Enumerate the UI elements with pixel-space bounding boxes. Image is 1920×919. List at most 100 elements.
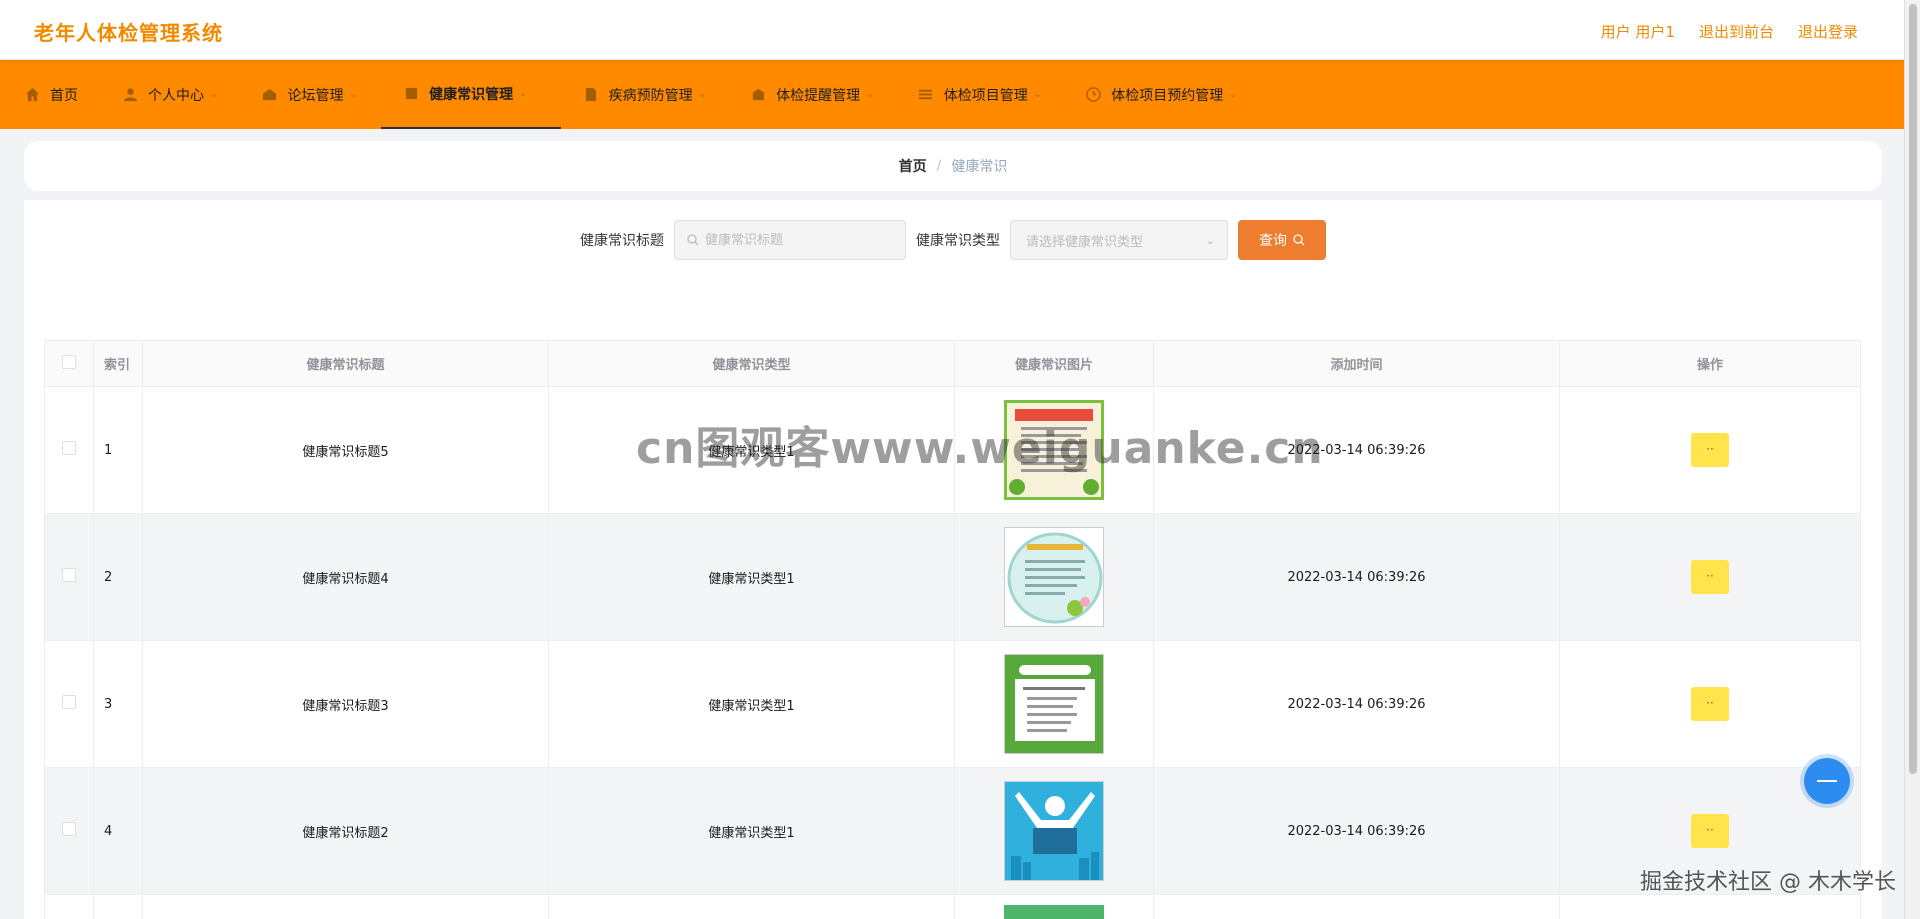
search-form: 健康常识标题 健康常识类型 请选择健康常识类型 ⌄ 查询 [24, 220, 1882, 260]
scrollbar-thumb[interactable] [1909, 4, 1917, 774]
chevron-down-icon: ⌄ [1205, 233, 1215, 247]
row-index [93, 894, 143, 919]
health-poster-image[interactable] [1004, 527, 1104, 627]
nav-item-checkup-booking[interactable]: 体检项目预约管理 ⌄ [1065, 60, 1261, 129]
search-icon [1293, 234, 1305, 246]
row-index: 3 [93, 640, 143, 768]
floating-help-button[interactable] [1804, 758, 1850, 804]
breadcrumb-current: 健康常识 [951, 159, 1008, 175]
row-type [548, 894, 955, 919]
row-time: 2022-03-14 06:39:26 [1153, 513, 1560, 641]
row-image-cell [954, 640, 1154, 768]
column-header: 操作 [1559, 340, 1861, 387]
type-select[interactable]: 请选择健康常识类型 ⌄ [1010, 220, 1228, 260]
table-header-row: 索引 健康常识标题 健康常识类型 健康常识图片 添加时间 操作 [44, 340, 1861, 387]
column-header: 健康常识标题 [142, 340, 549, 387]
table-row-partial [44, 894, 1861, 919]
user-link[interactable]: 用户 用户1 [1601, 21, 1675, 42]
title-search-label: 健康常识标题 [580, 233, 664, 249]
row-type: 健康常识类型1 [548, 513, 955, 641]
row-actions-cell [1559, 894, 1861, 919]
query-button[interactable]: 查询 [1238, 220, 1326, 260]
logout-link[interactable]: 退出登录 [1798, 21, 1858, 42]
health-poster-image[interactable] [1004, 905, 1104, 919]
row-image-cell [954, 513, 1154, 641]
row-select-cell [44, 386, 94, 514]
table-row: 3 健康常识标题3 健康常识类型1 2022-03-14 06:39:26 ·· [44, 640, 1861, 768]
nav-item-checkup-reminder[interactable]: 体检提醒管理 ⌄ [730, 60, 898, 129]
main-nav: 首页 个人中心 ⌄ 论坛管理 ⌄ 健康常识管理 ⌄ 疾病预防管理 ⌄ 体检提醒管… [0, 60, 1904, 129]
row-type: 健康常识类型1 [548, 640, 955, 768]
row-action-button[interactable]: ·· [1691, 687, 1729, 721]
nav-label: 首页 [50, 87, 78, 104]
chevron-down-icon: ⌄ [1229, 89, 1237, 100]
health-poster-image[interactable] [1004, 781, 1104, 881]
row-action-button[interactable]: ·· [1691, 560, 1729, 594]
footer-credit: 掘金技术社区 @ 木木学长 [1640, 870, 1896, 895]
nav-label: 个人中心 [148, 87, 204, 104]
row-action-button[interactable]: ·· [1691, 433, 1729, 467]
row-select-cell [44, 513, 94, 641]
nav-label: 论坛管理 [287, 87, 344, 104]
nav-label: 体检项目管理 [943, 87, 1028, 104]
nav-item-personal-center[interactable]: 个人中心 ⌄ [102, 60, 242, 129]
top-header: 老年人体检管理系统 用户 用户1 退出到前台 退出登录 [0, 0, 1904, 60]
nav-label: 疾病预防管理 [608, 87, 693, 104]
row-index: 4 [93, 767, 143, 895]
main-panel: 健康常识标题 健康常识类型 请选择健康常识类型 ⌄ 查询 索引 健康常识标题 [24, 200, 1882, 919]
chevron-down-icon: ⌄ [519, 88, 527, 99]
row-title: 健康常识标题2 [142, 767, 549, 895]
search-icon [687, 234, 699, 246]
type-select-label: 健康常识类型 [916, 233, 1000, 249]
nav-item-home[interactable]: 首页 [16, 60, 102, 129]
column-header: 索引 [93, 340, 143, 387]
row-checkbox[interactable] [62, 822, 76, 836]
row-index: 2 [93, 513, 143, 641]
row-image-cell [954, 767, 1154, 895]
row-time: 2022-03-14 06:39:26 [1153, 640, 1560, 768]
chevron-down-icon: ⌄ [210, 89, 218, 100]
column-header: 添加时间 [1153, 340, 1560, 387]
nav-item-disease-prevention[interactable]: 疾病预防管理 ⌄ [561, 60, 731, 129]
title-search-field[interactable] [674, 220, 906, 260]
row-time: 2022-03-14 06:39:26 [1153, 767, 1560, 895]
row-select-cell [44, 767, 94, 895]
system-title: 老年人体检管理系统 [34, 21, 223, 45]
nav-label: 体检提醒管理 [776, 87, 861, 104]
breadcrumb-home[interactable]: 首页 [899, 156, 927, 176]
watermark-text: cn图观客www.weiguanke.cn [636, 423, 1324, 474]
book-icon [403, 86, 419, 102]
row-type: 健康常识类型1 [548, 767, 955, 895]
row-title [142, 894, 549, 919]
chevron-down-icon: ⌄ [698, 89, 707, 100]
nav-label: 体检项目预约管理 [1111, 87, 1224, 104]
row-checkbox[interactable] [62, 568, 76, 582]
row-title: 健康常识标题4 [142, 513, 549, 641]
nav-item-forum[interactable]: 论坛管理 ⌄ [242, 60, 382, 129]
row-index: 1 [93, 386, 143, 514]
chevron-down-icon: ⌄ [349, 89, 358, 100]
row-title: 健康常识标题3 [142, 640, 549, 768]
row-select-cell [44, 640, 94, 768]
column-header: 健康常识类型 [548, 340, 955, 387]
dots-icon [1817, 780, 1837, 782]
select-all-checkbox[interactable] [62, 354, 76, 369]
breadcrumb: 首页 / 健康常识 [24, 141, 1882, 191]
row-checkbox[interactable] [62, 441, 76, 455]
nav-label: 健康常识管理 [429, 86, 514, 103]
chevron-down-icon: ⌄ [1033, 89, 1042, 100]
nav-item-checkup-items[interactable]: 体检项目管理 ⌄ [898, 60, 1066, 129]
exit-to-front-link[interactable]: 退出到前台 [1699, 21, 1774, 42]
header-links: 用户 用户1 退出到前台 退出登录 [1601, 21, 1858, 42]
row-action-button[interactable]: ·· [1691, 814, 1729, 848]
chevron-down-icon: ⌄ [866, 89, 874, 100]
title-search-input[interactable] [705, 232, 885, 248]
forum-icon [262, 87, 278, 103]
row-image-cell [954, 894, 1154, 919]
bell-icon [750, 87, 766, 103]
health-poster-image[interactable] [1004, 654, 1104, 754]
query-button-label: 查询 [1259, 233, 1287, 249]
row-checkbox[interactable] [62, 695, 76, 709]
nav-item-health-knowledge[interactable]: 健康常识管理 ⌄ [381, 60, 561, 129]
page-scrollbar[interactable] [1904, 0, 1920, 919]
